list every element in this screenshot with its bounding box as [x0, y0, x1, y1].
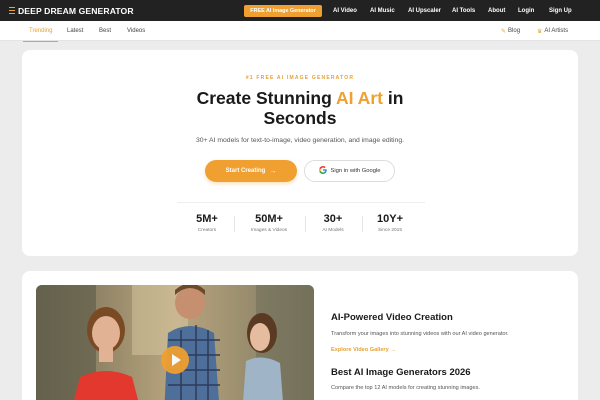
stat-since: 10Y+ Since 2015	[360, 213, 420, 233]
play-button[interactable]	[161, 346, 189, 374]
trophy-icon: ♛	[537, 28, 543, 35]
tab-trending[interactable]: Trending	[22, 21, 60, 42]
stat-separator	[234, 216, 235, 232]
ai-artists-label: AI Artists	[544, 28, 569, 34]
start-creating-label: Start Creating	[225, 168, 266, 174]
hero-eyebrow: #1 FREE AI IMAGE GENERATOR	[245, 75, 355, 81]
nav-link-sign-up[interactable]: Sign Up	[549, 0, 572, 21]
tab-best[interactable]: Best	[99, 21, 111, 41]
best-generators-text: Compare the top 12 AI models for creatin…	[331, 385, 480, 391]
stat-label: AI Models	[322, 228, 344, 233]
stat-value: 5M+	[196, 213, 218, 225]
stat-label: Since 2015	[377, 228, 402, 233]
secondary-navigation-bar: Trending Latest Best Videos ✎ Blog ♛ AI …	[0, 21, 600, 42]
explore-video-gallery-label: Explore Video Gallery	[331, 347, 389, 353]
video-thumbnail-image	[36, 285, 314, 400]
nav-link-about[interactable]: About	[488, 0, 505, 21]
hero-card: #1 FREE AI IMAGE GENERATOR Create Stunni…	[22, 50, 578, 256]
stat-value: 50M+	[255, 213, 283, 225]
video-preview[interactable]	[36, 285, 314, 400]
google-icon	[318, 166, 327, 176]
google-sign-in-button[interactable]: Sign in with Google	[304, 160, 395, 182]
start-creating-button[interactable]: Start Creating →	[205, 160, 297, 182]
blog-label: Blog	[508, 28, 521, 34]
play-icon	[172, 354, 181, 366]
feature-card: AI-Powered Video Creation Transform your…	[22, 271, 578, 400]
video-creation-text: Transform your images into stunning vide…	[331, 331, 509, 337]
nav-link-ai-tools[interactable]: AI Tools	[452, 0, 475, 21]
hero-title-accent: AI Art	[335, 88, 383, 108]
explore-video-gallery-link[interactable]: Explore Video Gallery →	[331, 347, 396, 353]
hero-title-post: in	[382, 88, 404, 108]
arrow-right-icon: →	[390, 347, 396, 353]
hero-title: Create Stunning AI Art in Seconds	[22, 88, 578, 128]
tab-videos[interactable]: Videos	[127, 21, 145, 41]
arrow-right-icon: →	[269, 167, 277, 175]
hero-title-pre: Create Stunning	[196, 88, 336, 108]
stat-value: 30+	[323, 213, 343, 225]
hero-subtitle: 30+ AI models for text-to-image, video g…	[196, 137, 404, 144]
brand-name: DEEP DREAM GENERATOR	[18, 5, 134, 16]
tab-latest[interactable]: Latest	[67, 21, 83, 41]
blog-link[interactable]: ✎ Blog	[501, 21, 520, 41]
brand-logo[interactable]: DEEP DREAM GENERATOR	[9, 0, 134, 21]
free-generator-button[interactable]: FREE AI Image Generator	[244, 5, 322, 17]
stat-label: Images & Videos	[250, 228, 288, 233]
video-creation-title: AI-Powered Video Creation	[331, 312, 453, 323]
menu-lines-icon	[9, 7, 15, 14]
edit-icon: ✎	[501, 28, 507, 35]
nav-link-login[interactable]: Login	[518, 0, 534, 21]
stat-creators: 5M+ Creators	[177, 213, 237, 233]
stats-divider	[177, 202, 425, 203]
hero-title-line2: Seconds	[263, 108, 337, 128]
stat-ai-models: 30+ AI Models	[303, 213, 363, 233]
stat-value: 10Y+	[377, 213, 403, 225]
best-generators-title: Best AI Image Generators 2026	[331, 367, 471, 378]
nav-link-ai-upscaler[interactable]: AI Upscaler	[408, 0, 441, 21]
nav-link-ai-music[interactable]: AI Music	[370, 0, 395, 21]
google-sign-in-label: Sign in with Google	[330, 168, 381, 174]
stat-label: Creators	[197, 228, 217, 233]
top-navigation-bar: DEEP DREAM GENERATOR FREE AI Image Gener…	[0, 0, 600, 21]
nav-link-ai-video[interactable]: AI Video	[333, 0, 357, 21]
ai-artists-link[interactable]: ♛ AI Artists	[537, 21, 568, 41]
stat-images-videos: 50M+ Images & Videos	[239, 213, 299, 233]
